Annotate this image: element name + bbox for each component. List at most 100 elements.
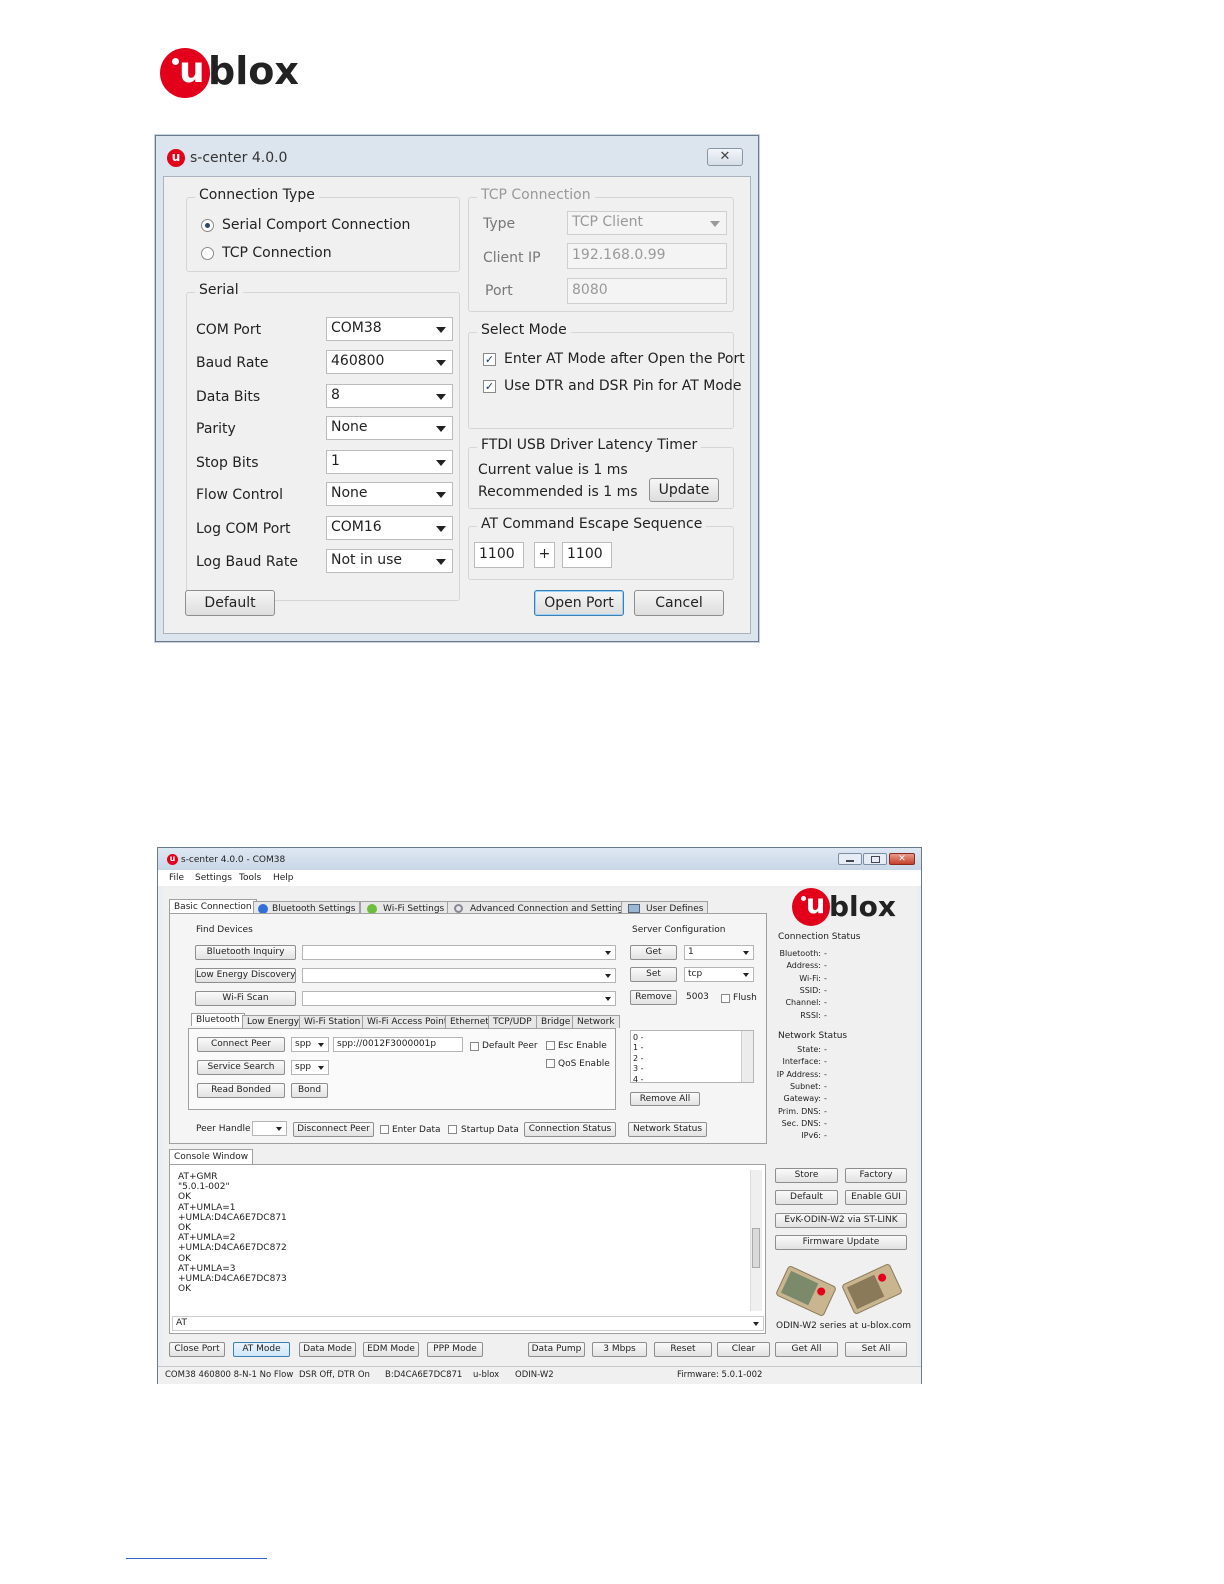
cancel-button[interactable]: Cancel	[634, 590, 724, 616]
odin-w2-module-image	[776, 1261, 908, 1321]
at-mode-button[interactable]: AT Mode	[233, 1342, 290, 1357]
bluetooth-inquiry-button[interactable]: Bluetooth Inquiry	[195, 945, 296, 960]
enter-at-mode-checkbox[interactable]: ✓	[483, 353, 496, 366]
peer-url-input[interactable]: spp://0012F3000001p	[333, 1037, 463, 1052]
qos-enable-checkbox[interactable]	[546, 1059, 555, 1068]
startup-data-label: Startup Data	[461, 1125, 519, 1135]
low-energy-discovery-button[interactable]: Low Energy Discovery	[195, 968, 296, 983]
server-list-item[interactable]: 1 -	[633, 1043, 644, 1053]
server-set-button[interactable]: Set	[630, 967, 677, 982]
bluetooth-inquiry-select[interactable]	[302, 945, 616, 960]
menu-file[interactable]: File	[169, 873, 184, 883]
remove-all-button[interactable]: Remove All	[630, 1092, 700, 1106]
server-list-item[interactable]: 0 -	[633, 1033, 644, 1043]
server-get-select[interactable]: 1	[684, 945, 754, 960]
subtab-bluetooth[interactable]: Bluetooth	[191, 1013, 245, 1026]
console-scrollbar[interactable]	[750, 1170, 762, 1311]
server-list-scrollbar[interactable]	[741, 1031, 753, 1082]
serial-select-3[interactable]: None	[326, 416, 453, 440]
right-default-button[interactable]: Default	[775, 1190, 838, 1205]
wifi-scan-select[interactable]	[302, 991, 616, 1006]
serial-select-0[interactable]: COM38	[326, 317, 453, 341]
factory-button[interactable]: Factory	[845, 1168, 907, 1183]
3-mbps-button[interactable]: 3 Mbps	[592, 1342, 647, 1357]
close-button[interactable]: ✕	[707, 148, 743, 166]
tcp-port-input[interactable]: 8080	[567, 278, 727, 304]
evk-odin-button[interactable]: EvK-ODIN-W2 via ST-LINK	[775, 1213, 907, 1228]
tab-basic-connection[interactable]: Basic Connection	[169, 899, 257, 914]
serial-radio[interactable]	[201, 219, 214, 232]
enable-gui-button[interactable]: Enable GUI	[845, 1190, 907, 1205]
server-get-button[interactable]: Get	[630, 945, 677, 960]
menu-settings[interactable]: Settings	[195, 873, 232, 883]
store-button[interactable]: Store	[775, 1168, 838, 1183]
connection-status-button[interactable]: Connection Status	[524, 1122, 616, 1137]
subtab-low-energy[interactable]: Low Energy	[242, 1015, 305, 1028]
use-dtr-dsr-checkbox[interactable]: ✓	[483, 380, 496, 393]
startup-data-checkbox[interactable]	[448, 1125, 457, 1134]
serial-select-5[interactable]: None	[326, 482, 453, 506]
subtab-tcp-udp[interactable]: TCP/UDP	[488, 1015, 537, 1028]
serial-select-7[interactable]: Not in use	[326, 549, 453, 573]
default-peer-checkbox[interactable]	[470, 1042, 479, 1051]
data-pump-button[interactable]: Data Pump	[528, 1342, 585, 1357]
read-bonded-button[interactable]: Read Bonded	[197, 1083, 285, 1098]
peer-handle-select[interactable]	[252, 1121, 287, 1136]
status-bar-item: ODIN-W2	[515, 1370, 554, 1380]
flush-checkbox[interactable]	[721, 994, 730, 1003]
subtab-bridge[interactable]: Bridge	[536, 1015, 576, 1028]
escape-value-1[interactable]: 1100	[474, 542, 524, 568]
subtab-wi-fi-access-point[interactable]: Wi-Fi Access Point	[362, 1015, 453, 1028]
menu-tools[interactable]: Tools	[239, 873, 261, 883]
serial-select-2[interactable]: 8	[326, 384, 453, 408]
tab-console-window[interactable]: Console Window	[169, 1149, 254, 1164]
set-all-button[interactable]: Set All	[845, 1342, 907, 1357]
server-list-item[interactable]: 3 -	[633, 1064, 644, 1074]
reset-button[interactable]: Reset	[654, 1342, 712, 1357]
network-status-button[interactable]: Network Status	[628, 1122, 707, 1137]
open-port-button[interactable]: Open Port	[534, 590, 624, 616]
maximize-button[interactable]	[863, 853, 887, 865]
console-scroll-thumb[interactable]	[752, 1228, 760, 1268]
low-energy-discovery-select[interactable]	[302, 968, 616, 983]
server-list[interactable]: 0 -1 -2 -3 -4 -	[630, 1030, 754, 1085]
server-list-item[interactable]: 2 -	[633, 1054, 644, 1064]
minimize-button[interactable]	[838, 853, 862, 865]
server-set-select[interactable]: tcp	[684, 967, 754, 982]
client-ip-input[interactable]: 192.168.0.99	[567, 243, 727, 269]
scenter-main-window: u s-center 4.0.0 - COM38 ✕ File Settings…	[157, 847, 922, 1384]
menu-help[interactable]: Help	[273, 873, 294, 883]
serial-select-1[interactable]: 460800	[326, 350, 453, 374]
service-search-protocol-select[interactable]: spp	[291, 1060, 329, 1075]
tcp-radio[interactable]	[201, 247, 214, 260]
edm-mode-button[interactable]: EDM Mode	[363, 1342, 419, 1357]
bond-button[interactable]: Bond	[291, 1083, 328, 1098]
clear-button[interactable]: Clear	[717, 1342, 770, 1357]
server-remove-button[interactable]: Remove	[630, 990, 677, 1005]
wifi-scan-button[interactable]: Wi-Fi Scan	[195, 991, 296, 1006]
network-status-label: Prim. DNS:	[778, 1106, 821, 1116]
server-list-item[interactable]: 4 -	[633, 1075, 644, 1085]
default-button[interactable]: Default	[185, 590, 275, 616]
subtab-wi-fi-station[interactable]: Wi-Fi Station	[299, 1015, 366, 1028]
console-input[interactable]: AT	[172, 1316, 764, 1331]
escape-value-2[interactable]: 1100	[562, 542, 612, 568]
subtab-ethernet[interactable]: Ethernet	[445, 1015, 494, 1028]
connect-peer-protocol-select[interactable]: spp	[291, 1037, 329, 1052]
update-button[interactable]: Update	[649, 478, 719, 502]
disconnect-peer-button[interactable]: Disconnect Peer	[293, 1122, 374, 1137]
close-port-button[interactable]: Close Port	[169, 1342, 225, 1357]
data-mode-button[interactable]: Data Mode	[299, 1342, 356, 1357]
enter-data-checkbox[interactable]	[380, 1125, 389, 1134]
serial-select-4[interactable]: 1	[326, 450, 453, 474]
firmware-update-button[interactable]: Firmware Update	[775, 1235, 907, 1250]
serial-select-6[interactable]: COM16	[326, 516, 453, 540]
ppp-mode-button[interactable]: PPP Mode	[427, 1342, 483, 1357]
get-all-button[interactable]: Get All	[775, 1342, 838, 1357]
window-close-button[interactable]: ✕	[889, 853, 915, 865]
connect-peer-button[interactable]: Connect Peer	[197, 1037, 285, 1052]
subtab-network[interactable]: Network	[572, 1015, 620, 1028]
esc-enable-checkbox[interactable]	[546, 1041, 555, 1050]
service-search-button[interactable]: Service Search	[197, 1060, 285, 1075]
tcp-type-select[interactable]: TCP Client	[567, 211, 727, 235]
